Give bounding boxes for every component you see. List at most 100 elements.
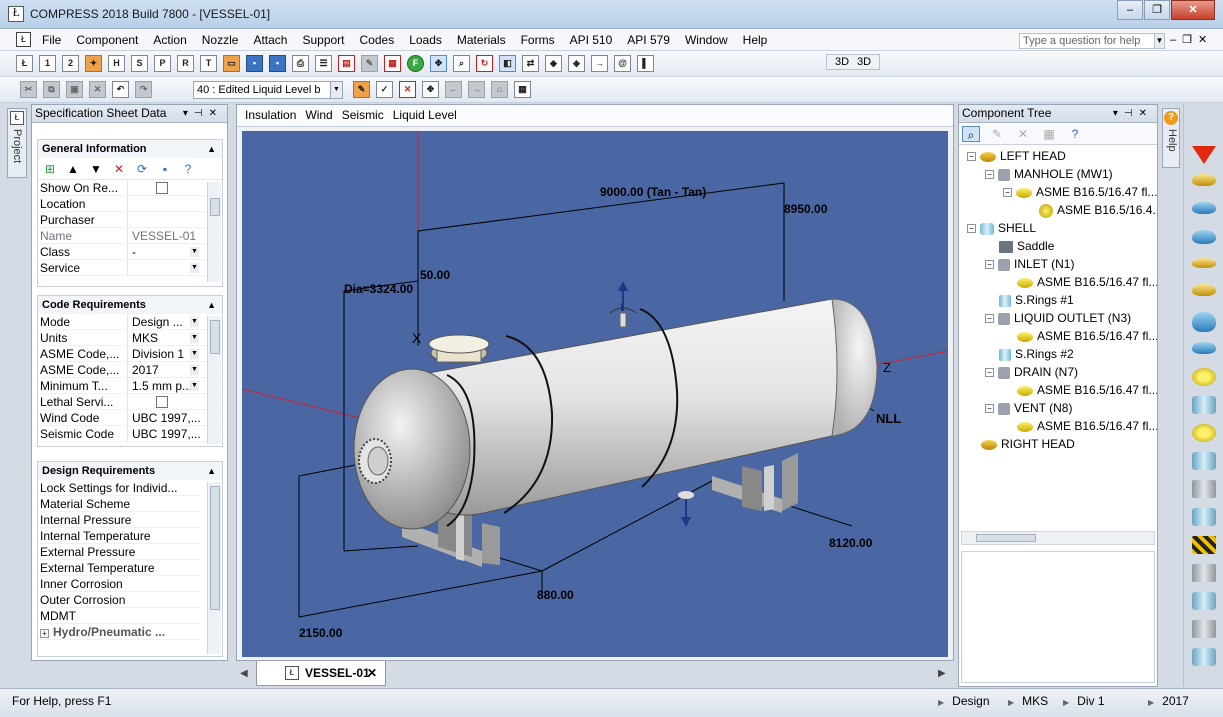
panel-controls[interactable]: ▾⊣✕	[1113, 105, 1153, 122]
chevron-down-icon[interactable]: ▼	[190, 349, 199, 359]
view-1-button[interactable]: 1	[39, 55, 56, 72]
support-icon[interactable]	[1192, 564, 1216, 582]
toolbar-document-icon[interactable]: Ł	[16, 55, 33, 72]
tree-node-manhole[interactable]: − MANHOLE (MW1)	[985, 165, 1113, 183]
property-row[interactable]: Seismic Code UBC 1997,...	[38, 426, 222, 442]
property-row[interactable]: Service ▼	[38, 260, 222, 276]
app-icon[interactable]: Ł	[8, 6, 24, 22]
open-folder-icon[interactable]: ▭	[223, 55, 240, 72]
min-thickness-select[interactable]: 1.5 mm p... ▼	[128, 378, 200, 393]
grid-icon[interactable]: ▦	[1040, 126, 1058, 142]
collapse-icon[interactable]: ▲	[207, 296, 216, 314]
tree-node-saddle[interactable]: Saddle	[999, 237, 1054, 255]
scrollbar[interactable]	[207, 316, 221, 444]
chevron-down-icon[interactable]: ▼	[190, 247, 199, 257]
wind-menu[interactable]: Wind	[305, 105, 332, 126]
property-value[interactable]: VESSEL-01	[128, 228, 200, 243]
chevron-down-icon[interactable]: ▼	[190, 317, 199, 327]
minimize-button[interactable]: –	[1117, 0, 1143, 20]
design-item[interactable]: Outer Corrosion	[38, 592, 200, 608]
view-2-button[interactable]: 2	[62, 55, 79, 72]
menu-support[interactable]: Support	[302, 33, 344, 47]
redo-icon[interactable]: ↷	[135, 81, 152, 98]
property-value[interactable]	[128, 212, 200, 227]
collapse-icon[interactable]: −	[985, 314, 994, 324]
section-header[interactable]: General Information ▲	[38, 140, 222, 158]
tab-scroll-left-icon[interactable]: ◀	[240, 668, 248, 679]
menu-file[interactable]: File	[42, 33, 61, 47]
collapse-icon[interactable]: −	[985, 404, 994, 414]
hydro-pneumatic-group[interactable]: + Hydro/Pneumatic ...	[38, 624, 200, 640]
menu-help[interactable]: Help	[743, 33, 768, 47]
move-down-icon[interactable]: ▼	[88, 161, 104, 177]
grid-calculator-icon[interactable]: ▦	[514, 81, 531, 98]
design-item[interactable]: Internal Temperature	[38, 528, 200, 544]
view-3d-toggle[interactable]: 3D 3D	[826, 54, 881, 70]
asme-year-select[interactable]: 2017 ▼	[128, 362, 200, 377]
component-view-icon[interactable]: ◧	[499, 55, 516, 72]
check-edit-icon[interactable]: ✓	[376, 81, 393, 98]
section-header[interactable]: Design Requirements ▲	[38, 462, 222, 480]
search-icon[interactable]: ⌕	[962, 126, 980, 142]
tree-node-vent[interactable]: − VENT (N8)	[985, 399, 1072, 417]
pdf-icon[interactable]: ▤	[338, 55, 355, 72]
property-row[interactable]: ASME Code,... 2017 ▼	[38, 362, 222, 378]
vessel-model[interactable]: X 9000.00 (Tan - Tan) 8950.00 Dia=3324.0…	[242, 131, 948, 657]
expand-icon[interactable]: +	[40, 629, 49, 638]
property-row[interactable]: Mode Design ... ▼	[38, 314, 222, 330]
nozzle-shell-icon[interactable]	[1192, 508, 1216, 526]
cone-icon[interactable]	[1192, 146, 1216, 164]
flange-icon[interactable]	[1192, 368, 1216, 386]
liquid-level-menu[interactable]: Liquid Level	[393, 105, 457, 126]
design-item[interactable]: Inner Corrosion	[38, 576, 200, 592]
load-case-select[interactable]: 40 : Edited Liquid Level b ▼	[193, 81, 343, 99]
remove-icon[interactable]: ✕	[399, 81, 416, 98]
rotate-icon[interactable]: ↻	[476, 55, 493, 72]
tree-node-liquid-outlet[interactable]: − LIQUID OUTLET (N3)	[985, 309, 1131, 327]
collapse-icon[interactable]: ▲	[207, 462, 216, 480]
calculator-icon[interactable]: ▦	[384, 55, 401, 72]
menu-materials[interactable]: Materials	[457, 33, 506, 47]
back-arrow-icon[interactable]: ←	[445, 81, 462, 98]
design-item[interactable]: External Pressure	[38, 544, 200, 560]
contact-icon[interactable]: @	[614, 55, 631, 72]
tree-node-shell[interactable]: − SHELL	[967, 219, 1036, 237]
f3-icon[interactable]: F	[407, 55, 424, 72]
report-view-icon[interactable]: ☰	[315, 55, 332, 72]
hemispherical-head-icon[interactable]	[1192, 202, 1216, 214]
blind-flange-blue-icon[interactable]	[1192, 342, 1216, 354]
document-icon[interactable]: Ł	[16, 32, 31, 47]
collapse-icon[interactable]: ▲	[207, 140, 216, 158]
chevron-down-icon[interactable]: ▼	[330, 82, 342, 98]
collapse-icon[interactable]: −	[985, 260, 994, 270]
insulation-menu[interactable]: Insulation	[245, 105, 296, 126]
save-all-icon[interactable]: ▪	[269, 55, 286, 72]
menu-nozzle[interactable]: Nozzle	[202, 33, 239, 47]
property-row[interactable]: Minimum T... 1.5 mm p... ▼	[38, 378, 222, 394]
skirt-icon[interactable]	[1192, 620, 1216, 638]
tree-node-drain[interactable]: − DRAIN (N7)	[985, 363, 1078, 381]
collapse-icon[interactable]: −	[1003, 188, 1012, 198]
chevron-down-icon[interactable]: ▼	[190, 263, 199, 273]
help-icon[interactable]: ?	[180, 161, 196, 177]
gradient-icon[interactable]: ▌	[637, 55, 654, 72]
design-item[interactable]: External Temperature	[38, 560, 200, 576]
report-icon[interactable]: R	[177, 55, 194, 72]
class-select[interactable]: - ▼	[128, 244, 200, 259]
zoom-icon[interactable]: ⌕	[453, 55, 470, 72]
panel-controls[interactable]: ▾⊣✕	[183, 105, 223, 122]
help-question-input[interactable]: Type a question for help	[1019, 33, 1155, 49]
3d-wire-button[interactable]: 3D	[857, 56, 871, 68]
body-flange-icon[interactable]	[1192, 452, 1216, 470]
tree-node-blind-flange[interactable]: ASME B16.5/16.4...	[1039, 201, 1157, 219]
box-view-icon[interactable]: ◆	[545, 55, 562, 72]
mdi-controls[interactable]: –❐✕	[1170, 33, 1213, 46]
3d-viewport[interactable]: X 9000.00 (Tan - Tan) 8950.00 Dia=3324.0…	[242, 131, 948, 657]
hazard-component-icon[interactable]	[1192, 536, 1216, 554]
save-icon[interactable]: ▪	[246, 55, 263, 72]
tree-horizontal-scrollbar[interactable]	[961, 531, 1155, 545]
bellows-icon[interactable]	[1192, 396, 1216, 414]
tree-node-flange[interactable]: ASME B16.5/16.47 fl...	[1017, 273, 1157, 291]
tree-node-inlet[interactable]: − INLET (N1)	[985, 255, 1074, 273]
3d-shaded-button[interactable]: 3D	[835, 56, 849, 68]
